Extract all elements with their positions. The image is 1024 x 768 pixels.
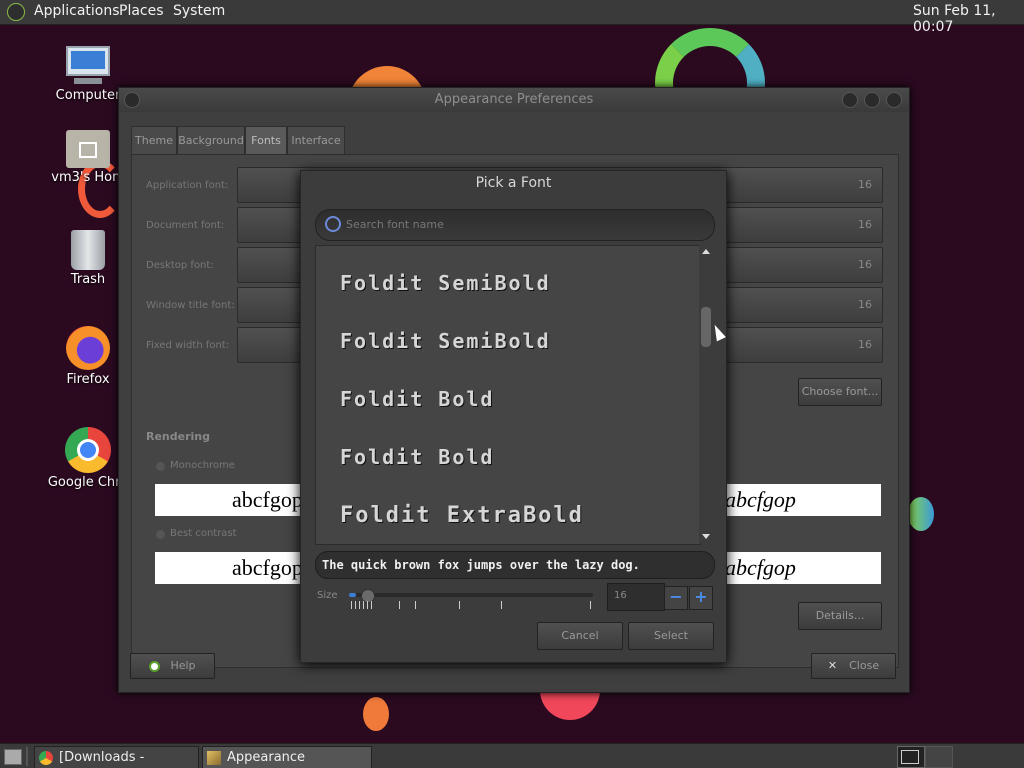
select-button[interactable]: Select (628, 622, 714, 650)
slider-track (349, 593, 593, 597)
slider-fill (349, 593, 356, 597)
workspace-switcher[interactable] (897, 746, 925, 768)
size-slider[interactable] (349, 589, 593, 613)
help-label: Help (170, 659, 196, 672)
size-label: Size (317, 590, 338, 601)
search-placeholder: Search font name (346, 218, 444, 231)
tab-fonts[interactable]: Fonts (245, 126, 287, 156)
taskbar-appearance-preferences[interactable]: Appearance Preferen... (202, 746, 372, 768)
window-title-bar[interactable]: Appearance Preferences (119, 88, 909, 112)
rendering-option-label: Best contrast (170, 528, 237, 539)
details-button[interactable]: Details... (798, 602, 882, 630)
scroll-up-arrow-icon[interactable] (702, 249, 710, 254)
panel-clock[interactable]: Sun Feb 11, 00:07 (913, 3, 1024, 35)
font-size-text: 16 (858, 178, 872, 191)
font-row-label: Fixed width font: (146, 340, 230, 351)
preview-text: The quick brown fox jumps over the lazy … (322, 558, 640, 572)
help-icon (149, 660, 161, 672)
sample-text: abcfgop (232, 555, 303, 580)
dialog-title: Pick a Font (475, 175, 552, 191)
computer-icon (64, 46, 112, 86)
plus-icon: + (694, 587, 708, 606)
minus-icon: − (669, 587, 683, 606)
font-row-label: Document font: (146, 220, 225, 231)
sample-text: abcfgop (232, 487, 303, 512)
size-decrease-button[interactable]: − (664, 586, 688, 610)
font-row-label: Window title font: (146, 300, 235, 311)
sample-text-italic: abcfgop (725, 555, 796, 580)
font-list-item[interactable]: Foldit SemiBold (340, 329, 551, 353)
size-increase-button[interactable]: + (689, 586, 713, 610)
close-window-button[interactable] (886, 92, 902, 108)
chrome-icon (39, 750, 53, 765)
search-icon (325, 216, 341, 232)
firefox-icon (66, 326, 110, 370)
taskbar-separator (26, 747, 28, 766)
cancel-button[interactable]: Cancel (537, 622, 623, 650)
close-button[interactable]: ✕ Close (811, 653, 896, 679)
tab-background[interactable]: Background (177, 126, 245, 156)
tab-interface[interactable]: Interface (287, 126, 345, 156)
sample-text-italic: abcfgop (725, 487, 796, 512)
appearance-icon (207, 750, 221, 765)
workspace-switcher-2[interactable] (925, 746, 953, 768)
close-icon: ✕ (827, 659, 838, 672)
chrome-icon (65, 427, 111, 473)
font-list-item[interactable]: Foldit ExtraBold (340, 503, 584, 528)
bottom-taskbar: [Downloads - Googl... Appearance Prefere… (0, 743, 1024, 768)
trash-icon (71, 230, 105, 270)
help-button[interactable]: Help (130, 653, 215, 679)
menu-system[interactable]: System (173, 3, 225, 19)
font-list[interactable]: Foldit SemiBold Foldit SemiBold Foldit B… (315, 245, 701, 545)
font-search-input[interactable]: Search font name (315, 209, 715, 241)
show-desktop-icon[interactable] (4, 749, 22, 765)
tab-theme[interactable]: Theme (131, 126, 177, 156)
size-value: 16 (614, 590, 627, 601)
size-spin-field[interactable]: 16 (607, 583, 665, 611)
font-list-item[interactable]: Foldit Bold (340, 387, 494, 411)
minimize-button[interactable] (842, 92, 858, 108)
top-panel: Applications Places System Sun Feb 11, 0… (0, 0, 1024, 35)
menu-places[interactable]: Places (119, 3, 164, 19)
rendering-title: Rendering (146, 430, 210, 443)
pick-font-dialog: Pick a Font Search font name Foldit Semi… (300, 170, 727, 663)
slider-tick-marks (351, 601, 593, 611)
window-title: Appearance Preferences (434, 92, 594, 107)
font-list-item[interactable]: Foldit Bold (340, 445, 494, 469)
home-folder-icon (66, 130, 110, 168)
wallpaper-blob-small-orange (363, 697, 389, 731)
rendering-option-label: Monochrome (170, 460, 235, 471)
scroll-down-arrow-icon[interactable] (702, 534, 710, 539)
font-size-text: 16 (858, 338, 872, 351)
choose-font-button[interactable]: Choose font... (798, 378, 882, 406)
menu-applications[interactable]: Applications (34, 3, 120, 19)
font-size-text: 16 (858, 298, 872, 311)
taskbar-chrome-downloads[interactable]: [Downloads - Googl... (34, 746, 199, 768)
font-row-label: Application font: (146, 180, 229, 191)
font-size-text: 16 (858, 258, 872, 271)
wallpaper-blob-teal (908, 497, 934, 531)
monochrome-radio[interactable] (156, 462, 165, 471)
font-row-label: Desktop font: (146, 260, 214, 271)
maximize-button[interactable] (864, 92, 880, 108)
wallpaper-blob-pink (540, 690, 600, 720)
best-contrast-radio[interactable] (156, 530, 165, 539)
font-preview-field[interactable]: The quick brown fox jumps over the lazy … (315, 551, 715, 579)
distro-logo-icon[interactable] (7, 3, 25, 21)
font-size-text: 16 (858, 218, 872, 231)
close-label: Close (849, 659, 880, 672)
font-list-scrollbar[interactable] (699, 245, 713, 543)
font-list-item[interactable]: Foldit SemiBold (340, 271, 551, 295)
